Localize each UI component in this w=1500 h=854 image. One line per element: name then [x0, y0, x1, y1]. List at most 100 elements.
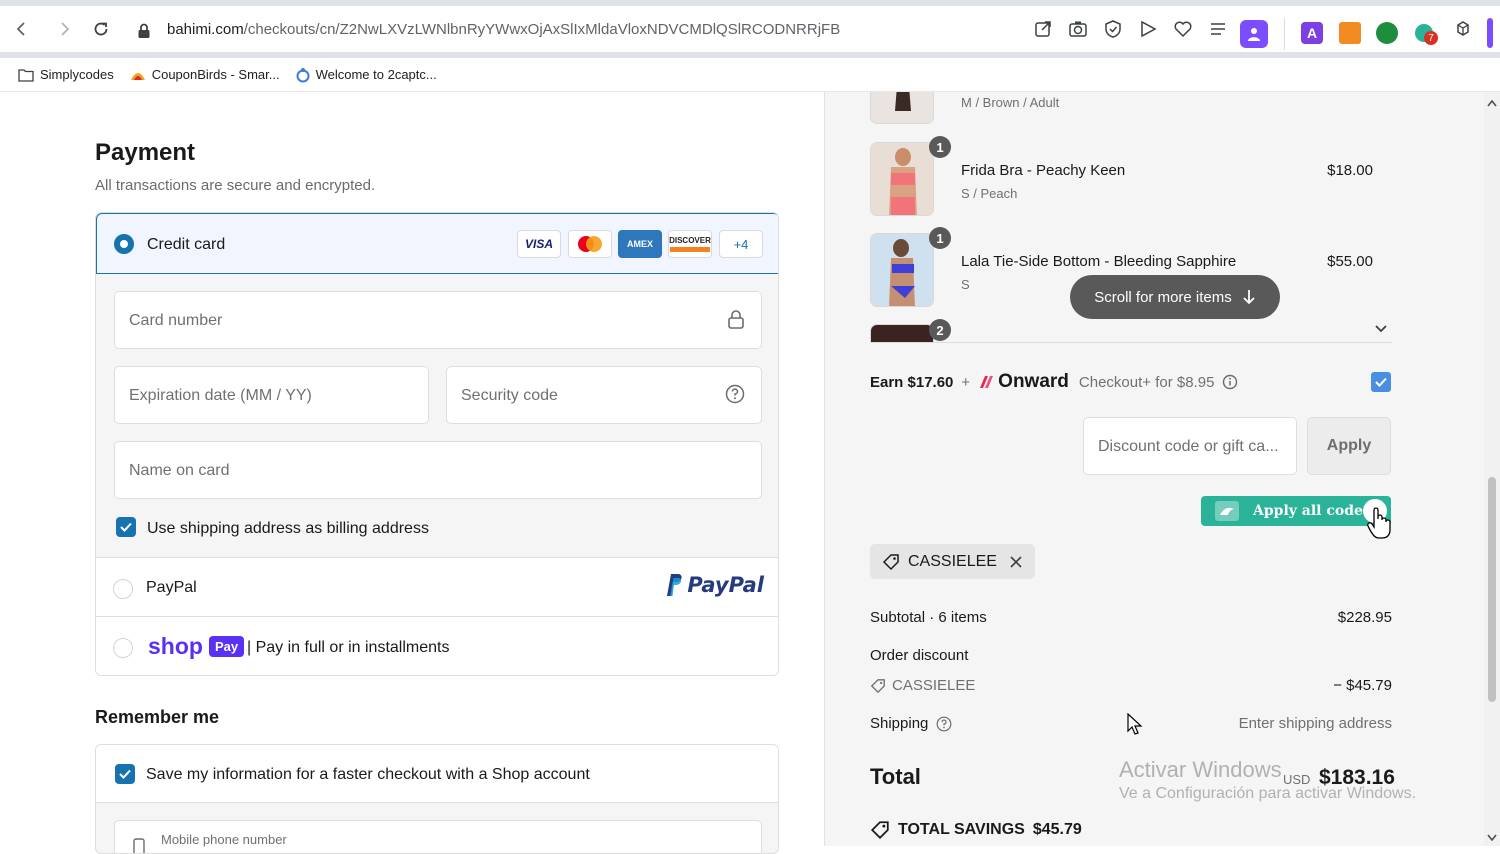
mobile-phone-placeholder: Mobile phone number	[161, 832, 287, 847]
help-circle-icon[interactable]	[725, 384, 745, 404]
checkmark-icon	[1375, 377, 1387, 387]
name-on-card-placeholder: Name on card	[129, 462, 230, 479]
couponbirds-icon	[130, 72, 145, 80]
billing-same-checkbox[interactable]	[116, 517, 136, 537]
apply-all-codes-button[interactable]: Apply all codes	[1201, 496, 1391, 526]
apply-button[interactable]: Apply	[1307, 417, 1391, 475]
credit-card-radio[interactable]	[114, 234, 134, 254]
back-button[interactable]	[4, 11, 40, 47]
arrow-right-icon	[61, 22, 70, 36]
subtotal-row: Subtotal · 6 items $228.95	[870, 609, 1392, 626]
bookmark-2captcha[interactable]: Welcome to 2captc...	[296, 67, 437, 83]
extension-green-icon[interactable]	[1376, 22, 1398, 44]
scroll-more-button[interactable]: Scroll for more items	[1070, 275, 1280, 319]
payment-methods: Credit card VISA AMEX DISCOVER +4 Card n…	[95, 212, 779, 676]
applied-code-text: CASSIELEE	[908, 552, 997, 570]
expiration-placeholder: Expiration date (MM / YY)	[129, 387, 312, 404]
shop-pay-option[interactable]: shop Pay | Pay in full or in installment…	[96, 616, 778, 675]
quantity-badge: 1	[929, 136, 951, 158]
applied-code-chip: CASSIELEE	[870, 544, 1035, 579]
item-variant: M / Brown / Adult	[961, 95, 1060, 110]
extension-a-icon[interactable]: A	[1301, 22, 1323, 44]
heart-icon[interactable]	[1170, 16, 1196, 42]
page-scrollbar[interactable]	[1484, 92, 1500, 846]
amex-text: AMEX	[626, 239, 653, 249]
item-name: Frida Bra - Peachy Keen	[961, 162, 1126, 179]
bookmark-couponbirds[interactable]: CouponBirds - Smar...	[130, 67, 280, 82]
remember-me-box: Save my information for a faster checkou…	[95, 744, 779, 854]
onward-offer: Earn $17.60 + Onward Checkout+ for $8.95	[870, 370, 1392, 394]
lock-icon	[728, 310, 744, 329]
onward-logo-icon	[980, 376, 994, 388]
mastercard-circles	[578, 236, 602, 252]
bookmark-simplycodes[interactable]: Simplycodes	[18, 67, 114, 82]
scrollbar-thumb[interactable]	[1488, 477, 1496, 702]
subtotal-label: Subtotal · 6 items	[870, 609, 987, 626]
reload-button[interactable]	[83, 11, 119, 47]
bookmarks-bar: Simplycodes CouponBirds - Smar... Welcom…	[0, 58, 1500, 92]
scroll-up-icon[interactable]	[1487, 100, 1497, 107]
total-savings: TOTAL SAVINGS $45.79	[870, 820, 1082, 840]
address-bar[interactable]: bahimi.com/checkouts/cn/Z2NwLXVzLWNlbnRy…	[167, 21, 840, 38]
more-cards-text: +4	[733, 236, 749, 252]
shop-wordmark: shop	[148, 633, 203, 659]
mobile-phone-field[interactable]: Mobile phone number	[114, 820, 762, 853]
reading-list-icon[interactable]	[1205, 16, 1231, 42]
chevron-down-icon[interactable]	[1375, 325, 1387, 333]
extension-orange-icon[interactable]	[1339, 22, 1361, 44]
credit-card-form: Card number Expiration date (MM / YY) Se…	[96, 274, 778, 557]
close-icon[interactable]	[1009, 555, 1023, 569]
product-image	[871, 234, 933, 306]
item-variant: S	[961, 277, 970, 292]
visa-logo-icon: VISA	[517, 230, 561, 258]
side-panel-tab[interactable]	[1487, 18, 1493, 48]
hand-cursor-icon	[1367, 507, 1391, 539]
scroll-down-icon[interactable]	[1487, 834, 1497, 841]
payment-subtitle: All transactions are secure and encrypte…	[95, 177, 376, 194]
profile-avatar[interactable]	[1240, 20, 1268, 48]
quantity-badge: 2	[929, 319, 951, 341]
paypal-option[interactable]: PayPal PayPal	[96, 557, 778, 616]
mastercard-logo-icon	[568, 230, 612, 258]
discount-code-field[interactable]: Discount code or gift ca...	[1083, 417, 1297, 475]
billing-same-label: Use shipping address as billing address	[147, 520, 429, 537]
camera-icon[interactable]	[1065, 16, 1091, 42]
payment-title: Payment	[95, 139, 196, 166]
site-lock-icon[interactable]	[137, 23, 151, 39]
security-code-field[interactable]: Security code	[446, 366, 762, 424]
name-on-card-field[interactable]: Name on card	[114, 441, 762, 499]
total-value: $183.16	[1319, 766, 1395, 789]
onward-checkbox[interactable]	[1371, 372, 1391, 392]
share-icon[interactable]	[1030, 16, 1056, 42]
item-price: $18.00	[1327, 162, 1373, 179]
credit-card-label: Credit card	[147, 236, 226, 253]
extension-badge-icon[interactable]: 7	[1413, 22, 1438, 45]
extensions-puzzle-icon[interactable]	[1450, 16, 1476, 42]
product-image	[871, 143, 933, 215]
expiration-date-field[interactable]: Expiration date (MM / YY)	[114, 366, 429, 424]
shield-check-icon[interactable]	[1100, 16, 1126, 42]
card-number-field[interactable]: Card number	[114, 291, 762, 349]
forward-button[interactable]	[46, 11, 82, 47]
info-icon[interactable]	[1222, 374, 1238, 390]
arrow-down-icon	[1243, 290, 1255, 305]
person-icon	[1248, 28, 1260, 41]
paypal-radio[interactable]	[113, 579, 133, 599]
checkmark-icon	[120, 522, 132, 532]
shop-pay-logo-icon: shop Pay	[148, 633, 245, 660]
onward-brand: Onward	[998, 371, 1069, 392]
help-circle-icon[interactable]	[936, 716, 952, 732]
2captcha-icon	[296, 67, 310, 82]
send-icon[interactable]	[1135, 16, 1161, 42]
discover-text: DISCOVER	[669, 236, 711, 245]
item-name: Lala Tie-Side Bottom - Bleeding Sapphire	[961, 253, 1237, 270]
discount-placeholder: Discount code or gift ca...	[1098, 438, 1279, 455]
url-path: /checkouts/cn/Z2NwLXVzLWNlbnRyYWwxOjAxSl…	[243, 21, 841, 38]
save-info-row[interactable]: Save my information for a faster checkou…	[96, 745, 778, 803]
shop-pay-radio[interactable]	[113, 638, 133, 658]
credit-card-option[interactable]: Credit card VISA AMEX DISCOVER +4	[96, 213, 778, 274]
discount-code-name: CASSIELEE	[892, 677, 976, 694]
checkmark-icon	[119, 769, 131, 779]
onward-plus: +	[961, 373, 971, 391]
save-info-checkbox[interactable]	[115, 764, 135, 784]
